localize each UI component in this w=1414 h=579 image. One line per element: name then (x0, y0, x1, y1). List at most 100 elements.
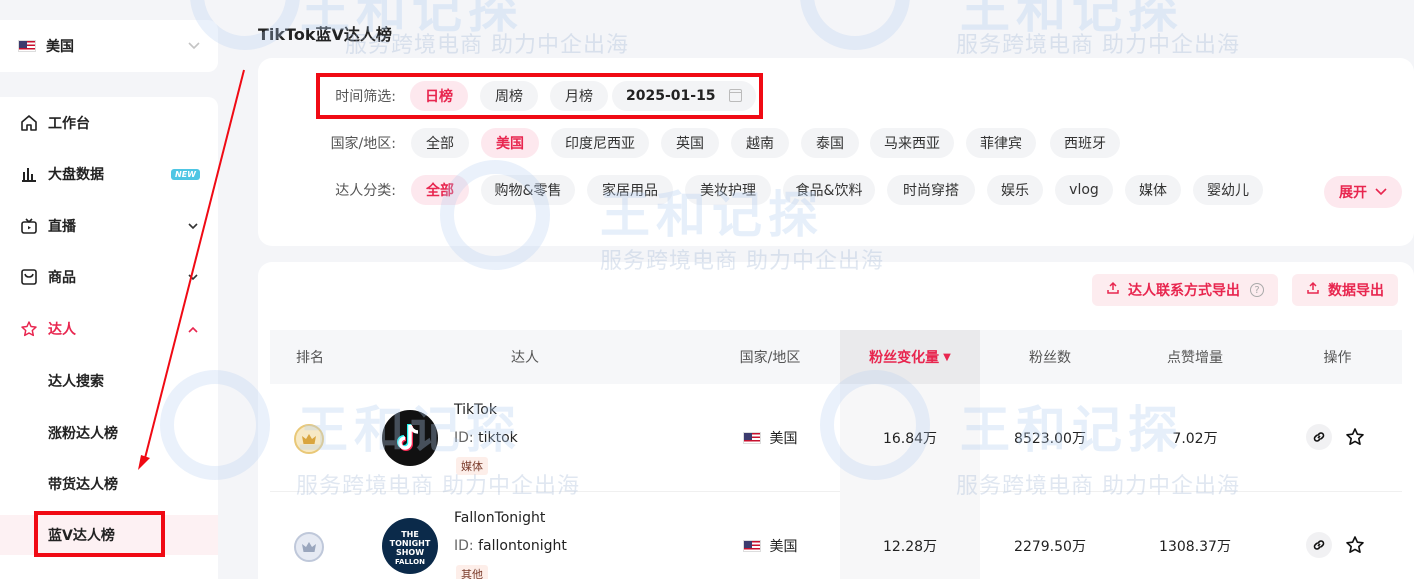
svg-text:FALLON: FALLON (395, 558, 425, 566)
sidebar-item-label: 商品 (48, 270, 76, 286)
country-option-spain[interactable]: 西班牙 (1050, 128, 1120, 158)
category-option-beauty[interactable]: 美妆护理 (685, 175, 771, 205)
creator-id-label: ID: (454, 430, 474, 446)
export-icon (1106, 281, 1120, 299)
fans-change-cell: 12.28万 (882, 539, 938, 555)
chevron-down-icon (188, 38, 200, 54)
column-header-fans[interactable]: 粉丝数 (980, 330, 1120, 384)
category-option-fashion[interactable]: 时尚穿搭 (887, 175, 975, 205)
creator-id: ID: fallontonight (454, 538, 567, 554)
creator-id-value: tiktok (478, 430, 518, 446)
sidebar-item-creators[interactable]: 达人 (0, 309, 218, 349)
link-icon[interactable] (1306, 532, 1332, 558)
live-tv-icon (20, 217, 38, 235)
category-option-all[interactable]: 全部 (411, 175, 469, 205)
country-option-thailand[interactable]: 泰国 (801, 128, 859, 158)
watermark-globe-icon (800, 0, 910, 50)
likes-increase-cell: 1308.37万 (1159, 539, 1231, 555)
watermark-brand: 王和记探 (960, 0, 1184, 39)
sidebar-item-label: 直播 (48, 219, 76, 235)
country-option-uk[interactable]: 英国 (661, 128, 719, 158)
table-row[interactable]: TikTok ID: tiktok 媒体 美国 16.84万 8523.00万 … (270, 384, 1402, 492)
svg-text:TONIGHT: TONIGHT (390, 539, 431, 548)
avatar[interactable]: THE TONIGHT SHOW FALLON (382, 518, 438, 574)
chevron-down-icon (1375, 184, 1387, 200)
annotation-highlight-time-filter (316, 73, 763, 119)
country-selector[interactable]: 美国 (0, 20, 218, 72)
sidebar-subitem-creator-search[interactable]: 达人搜索 (0, 361, 218, 401)
country-option-all[interactable]: 全部 (411, 128, 469, 158)
star-icon[interactable] (1342, 424, 1368, 450)
creator-star-icon (20, 320, 38, 338)
column-header-country: 国家/地区 (739, 350, 801, 366)
country-option-philippines[interactable]: 菲律宾 (966, 128, 1036, 158)
us-flag-icon (742, 540, 761, 552)
export-icon (1306, 281, 1320, 299)
category-filter-row: 达人分类: 全部 购物&零售 家居用品 美妆护理 食品&饮料 时尚穿搭 娱乐 v… (258, 174, 1414, 206)
sidebar-nav: 工作台 大盘数据 NEW 直播 商品 达人 达人搜索 涨粉达人榜 带货达人榜 蓝… (0, 97, 218, 579)
link-icon[interactable] (1306, 424, 1332, 450)
column-header-creator: 达人 (511, 350, 539, 366)
likes-increase-cell: 7.02万 (1172, 431, 1218, 447)
category-option-home[interactable]: 家居用品 (587, 175, 673, 205)
sidebar-subitem-follower-growth-rank[interactable]: 涨粉达人榜 (0, 413, 218, 453)
creator-id: ID: tiktok (454, 430, 518, 446)
expand-label: 展开 (1339, 185, 1367, 201)
country-option-us[interactable]: 美国 (481, 128, 539, 158)
bar-chart-icon (20, 165, 38, 183)
column-header-likes-increase[interactable]: 点赞增量 (1120, 330, 1270, 384)
sidebar-item-products[interactable]: 商品 (0, 257, 218, 297)
category-option-vlog[interactable]: vlog (1055, 175, 1113, 205)
export-data-button[interactable]: 数据导出 (1292, 274, 1398, 306)
export-contact-button[interactable]: 达人联系方式导出 ? (1092, 274, 1278, 306)
table-header: 排名 达人 国家/地区 粉丝变化量 ▼ 粉丝数 点赞增量 操作 (270, 330, 1402, 384)
country-filter-label: 国家/地区: (330, 136, 396, 152)
star-icon[interactable] (1342, 532, 1368, 558)
country-cell: 美国 (710, 384, 830, 492)
column-header-fans-change[interactable]: 粉丝变化量 ▼ (840, 330, 980, 384)
fans-change-cell: 16.84万 (882, 431, 938, 447)
svg-text:THE: THE (401, 530, 419, 539)
table-row[interactable]: THE TONIGHT SHOW FALLON FallonTonight ID: f… (270, 492, 1402, 579)
watermark-slogan: 服务跨境电商 助力中企出海 (956, 33, 1240, 58)
country-filter-row: 国家/地区: 全部 美国 印度尼西亚 英国 越南 泰国 马来西亚 菲律宾 西班牙 (258, 127, 1414, 159)
chevron-up-icon (188, 322, 198, 336)
avatar[interactable] (382, 410, 438, 466)
country-option-vietnam[interactable]: 越南 (731, 128, 789, 158)
chevron-down-icon (188, 219, 198, 233)
home-icon (20, 114, 38, 132)
creator-name[interactable]: TikTok (454, 402, 497, 418)
fans-cell: 8523.00万 (1014, 431, 1086, 447)
country-value: 美国 (769, 539, 798, 555)
sidebar-item-label: 大盘数据 (48, 167, 104, 183)
creator-name[interactable]: FallonTonight (454, 510, 545, 526)
sidebar-item-label: 工作台 (48, 116, 90, 132)
help-icon[interactable]: ? (1250, 283, 1264, 297)
sidebar-item-market-data[interactable]: 大盘数据 NEW (0, 154, 218, 194)
sort-desc-icon: ▼ (943, 351, 951, 363)
export-data-label: 数据导出 (1328, 283, 1384, 299)
category-option-entertainment[interactable]: 娱乐 (987, 175, 1043, 205)
sidebar-item-workbench[interactable]: 工作台 (0, 103, 218, 143)
column-header-actions: 操作 (1323, 350, 1352, 366)
sidebar-subitem-sales-rank[interactable]: 带货达人榜 (0, 464, 218, 504)
category-option-media[interactable]: 媒体 (1125, 175, 1181, 205)
sidebar-item-live[interactable]: 直播 (0, 206, 218, 246)
country-option-indonesia[interactable]: 印度尼西亚 (551, 128, 649, 158)
column-header-label: 粉丝变化量 (869, 350, 940, 366)
country-option-malaysia[interactable]: 马来西亚 (870, 128, 954, 158)
category-option-shopping[interactable]: 购物&零售 (481, 175, 575, 205)
category-option-baby[interactable]: 婴幼儿 (1193, 175, 1263, 205)
category-option-food[interactable]: 食品&饮料 (783, 175, 875, 205)
new-badge: NEW (171, 168, 200, 180)
export-contact-label: 达人联系方式导出 (1128, 283, 1240, 299)
column-header-rank: 排名 (296, 350, 324, 366)
creator-id-value: fallontonight (478, 538, 567, 554)
gold-medal-icon (294, 424, 324, 454)
svg-text:SHOW: SHOW (396, 548, 424, 557)
expand-categories-button[interactable]: 展开 (1324, 176, 1402, 208)
us-flag-icon (18, 40, 36, 52)
fans-cell: 2279.50万 (1014, 539, 1086, 555)
silver-medal-icon (294, 532, 324, 562)
country-value: 美国 (769, 431, 798, 447)
